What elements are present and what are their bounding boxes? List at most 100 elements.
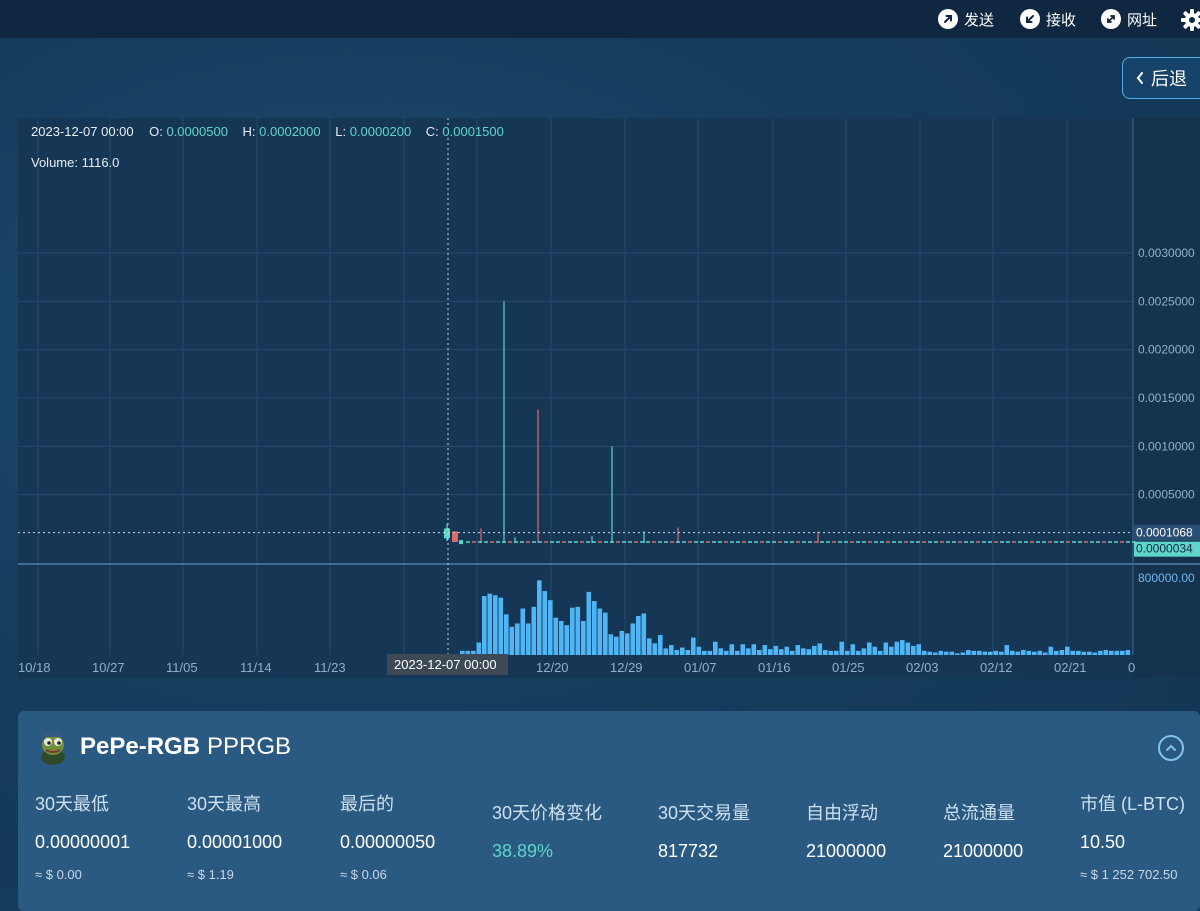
volume-bar — [823, 650, 828, 655]
ohlc-high-label: H: — [242, 124, 256, 139]
last-price-label: 0.0000034 — [1136, 542, 1193, 556]
price-tick-label: 0.0005000 — [1138, 488, 1195, 502]
volume-bar — [1087, 651, 1092, 655]
volume-bar — [845, 650, 850, 655]
candle-body — [459, 540, 463, 545]
volume-bar — [944, 651, 949, 655]
volume-bar — [564, 625, 570, 655]
volume-bar — [1048, 646, 1054, 655]
volume-bar — [724, 650, 729, 655]
volume-bar — [1065, 646, 1070, 655]
url-button[interactable]: 网址 — [1101, 8, 1157, 30]
stat-30d-volume: 30天交易量 817732 — [658, 799, 750, 862]
volume-bar — [856, 650, 861, 655]
x-tick-label: 11/23 — [314, 660, 346, 675]
back-button[interactable]: 后退 — [1122, 57, 1200, 99]
volume-bar — [1098, 650, 1103, 655]
price-tick-label: 0.0025000 — [1138, 294, 1195, 308]
volume-bar — [1109, 650, 1114, 655]
volume-bar — [1037, 650, 1043, 655]
volume-bar — [581, 620, 586, 655]
volume-bar — [696, 646, 702, 655]
volume-bar — [1026, 650, 1032, 655]
send-button[interactable]: 发送 — [938, 8, 994, 30]
stat-label: 自由浮动 — [806, 803, 878, 823]
volume-bar — [757, 650, 762, 655]
volume-bar — [1070, 650, 1076, 655]
volume-bar — [537, 580, 542, 655]
volume-bar — [515, 623, 520, 655]
volume-bar — [927, 651, 933, 655]
volume-bar — [674, 650, 680, 655]
ohlc-open-label: O: — [149, 124, 163, 139]
price-chart[interactable]: 0.0030000 0.0025000 0.0020000 0.0015000 0.00… — [18, 118, 1200, 678]
stat-value: 38.89% — [492, 841, 554, 861]
token-name: PePe-RGB — [80, 733, 201, 760]
chart-canvas[interactable]: 0.0030000 0.0025000 0.0020000 0.0015000 0.00… — [18, 118, 1200, 678]
stat-usd: ≈ $ 1 252 702.50 — [1080, 867, 1178, 882]
volume-bar — [619, 630, 625, 655]
volume-bar — [498, 597, 504, 655]
volume-bar — [636, 615, 641, 655]
stat-value: 21000000 — [806, 841, 887, 861]
receive-button[interactable]: 接收 — [1020, 8, 1076, 30]
stat-usd: ≈ $ 1.19 — [187, 867, 234, 882]
url-label: 网址 — [1127, 11, 1158, 29]
stat-free-float: 自由浮动 21000000 — [806, 799, 886, 862]
collapse-button[interactable] — [1158, 735, 1184, 761]
volume-bar — [894, 641, 900, 655]
expand-arrows-icon — [1101, 9, 1121, 29]
stat-30d-low: 30天最低 0.00000001 ≈ $ 0.00 — [35, 790, 130, 882]
back-label: 后退 — [1151, 69, 1187, 89]
stat-value: 10.50 — [1080, 832, 1126, 852]
volume-bar — [966, 650, 971, 655]
volume-bar — [1081, 651, 1087, 655]
stat-value: 817732 — [658, 841, 719, 861]
volume-bar — [960, 652, 966, 655]
x-tick-label: 01/25 — [832, 660, 865, 675]
x-tick-label: 11/05 — [166, 660, 198, 675]
price-tick-label: 0.0015000 — [1138, 391, 1195, 405]
volume-bar — [493, 595, 498, 655]
volume-bar — [1021, 650, 1026, 655]
volume-bar — [971, 650, 977, 655]
ohlc-open: 0.0000500 — [166, 124, 228, 139]
volume-bar — [993, 650, 999, 655]
volume-bar — [652, 643, 658, 655]
gear-icon[interactable] — [1180, 8, 1200, 32]
volume-bar — [1092, 652, 1098, 655]
volume-bar — [592, 601, 597, 655]
stat-30d-change: 30天价格变化 38.89% — [492, 799, 602, 862]
volume-bar — [933, 652, 938, 655]
x-tick-label: 0 — [1128, 660, 1135, 675]
token-info-panel: PePe-RGB PPRGB 30天最低 0.00000001 ≈ $ 0.00… — [18, 711, 1200, 911]
stat-label: 市值 (L-BTC) — [1080, 794, 1185, 814]
price-tick-label: 0.0020000 — [1138, 343, 1195, 357]
stat-value: 0.00001000 — [187, 832, 283, 852]
x-tick-label: 02/12 — [980, 660, 1013, 675]
stat-label: 30天最低 — [35, 794, 110, 814]
stat-market-cap: 市值 (L-BTC) 10.50 ≈ $ 1 252 702.50 — [1080, 790, 1185, 882]
receive-label: 接收 — [1046, 11, 1077, 29]
volume-bar — [878, 650, 883, 655]
volume-bar — [916, 644, 922, 655]
x-tick-label: 10/18 — [18, 660, 51, 675]
volume-bar — [548, 600, 553, 655]
volume-bar — [680, 647, 685, 655]
volume-bar — [790, 650, 795, 655]
volume-bar — [949, 651, 955, 655]
volume-bar — [740, 644, 746, 655]
volume-bar — [553, 617, 559, 655]
volume-bar — [795, 645, 801, 655]
x-tick-label: 10/27 — [92, 660, 125, 675]
volume-bar — [768, 649, 773, 655]
stat-usd: ≈ $ 0.00 — [35, 867, 82, 882]
x-tick-label: 02/03 — [906, 660, 939, 675]
volume-bar — [861, 648, 867, 655]
candle-body — [444, 528, 450, 539]
volume-bar — [751, 644, 757, 655]
volume-bar — [691, 637, 696, 655]
volume-bar — [911, 645, 916, 655]
volume-readout: Volume: 1116.0 — [31, 155, 120, 170]
volume-bar — [729, 644, 735, 655]
